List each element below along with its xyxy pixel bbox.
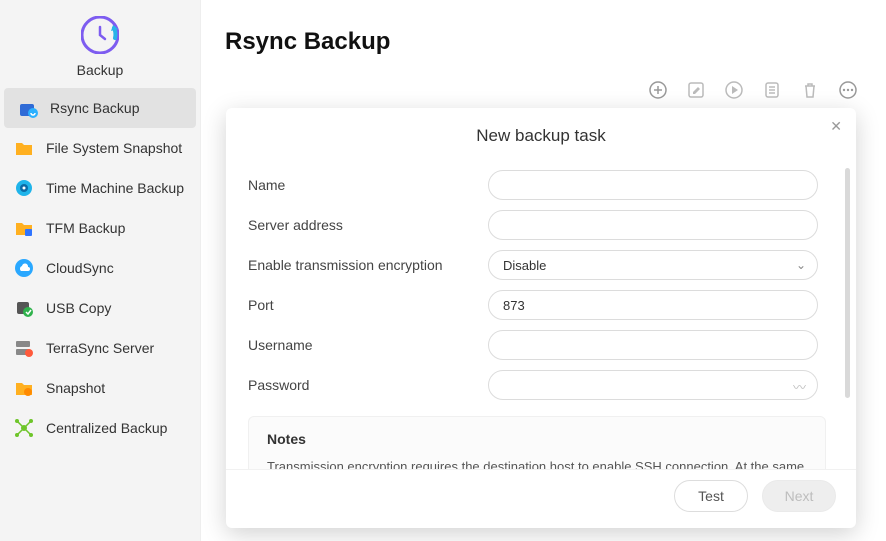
time-machine-icon bbox=[14, 178, 34, 198]
rsync-icon bbox=[18, 98, 38, 118]
sidebar-item-label: Snapshot bbox=[46, 380, 105, 396]
username-input[interactable] bbox=[488, 330, 818, 360]
sidebar-item-label: CloudSync bbox=[46, 260, 114, 276]
notes-title: Notes bbox=[267, 431, 807, 447]
sidebar-item-label: Time Machine Backup bbox=[46, 180, 184, 196]
notes-text: Transmission encryption requires the des… bbox=[267, 457, 807, 469]
password-label: Password bbox=[248, 377, 488, 393]
list-icon[interactable] bbox=[762, 80, 782, 100]
encryption-label: Enable transmission encryption bbox=[248, 257, 488, 273]
snapshot-folder-icon bbox=[14, 138, 34, 158]
username-label: Username bbox=[248, 337, 488, 353]
sidebar-item-label: TFM Backup bbox=[46, 220, 125, 236]
port-input[interactable] bbox=[488, 290, 818, 320]
scrollbar[interactable] bbox=[845, 168, 850, 398]
new-backup-task-dialog: New backup task ✕ Name Server address En… bbox=[226, 108, 856, 528]
port-label: Port bbox=[248, 297, 488, 313]
sidebar-item-label: Rsync Backup bbox=[50, 100, 139, 116]
toolbar bbox=[648, 80, 858, 100]
sidebar-item-label: TerraSync Server bbox=[46, 340, 154, 356]
cloudsync-icon bbox=[14, 258, 34, 278]
brand: Backup bbox=[0, 0, 200, 88]
delete-icon[interactable] bbox=[800, 80, 820, 100]
run-icon[interactable] bbox=[724, 80, 744, 100]
password-input[interactable] bbox=[488, 370, 818, 400]
sidebar-item-terrasync-server[interactable]: TerraSync Server bbox=[0, 328, 200, 368]
sidebar: Backup Rsync Backup File System Snapshot… bbox=[0, 0, 200, 541]
server-address-input[interactable] bbox=[488, 210, 818, 240]
name-input[interactable] bbox=[488, 170, 818, 200]
show-password-icon[interactable]: 〰 bbox=[793, 377, 806, 396]
close-icon[interactable]: ✕ bbox=[830, 118, 842, 135]
sidebar-item-time-machine-backup[interactable]: Time Machine Backup bbox=[0, 168, 200, 208]
page-title: Rsync Backup bbox=[225, 28, 886, 56]
next-button[interactable]: Next bbox=[762, 480, 836, 512]
brand-label: Backup bbox=[77, 62, 124, 78]
notes-box: Notes Transmission encryption requires t… bbox=[248, 416, 826, 469]
dialog-title: New backup task bbox=[226, 126, 856, 146]
sidebar-item-usb-copy[interactable]: USB Copy bbox=[0, 288, 200, 328]
sidebar-item-label: Centralized Backup bbox=[46, 420, 167, 436]
usb-copy-icon bbox=[14, 298, 34, 318]
sidebar-item-cloudsync[interactable]: CloudSync bbox=[0, 248, 200, 288]
name-label: Name bbox=[248, 177, 488, 193]
sidebar-item-label: File System Snapshot bbox=[46, 140, 182, 156]
sidebar-item-centralized-backup[interactable]: Centralized Backup bbox=[0, 408, 200, 448]
server-address-label: Server address bbox=[248, 217, 488, 233]
sidebar-item-tfm-backup[interactable]: TFM Backup bbox=[0, 208, 200, 248]
test-button[interactable]: Test bbox=[674, 480, 748, 512]
edit-icon[interactable] bbox=[686, 80, 706, 100]
more-icon[interactable] bbox=[838, 80, 858, 100]
sidebar-item-label: USB Copy bbox=[46, 300, 111, 316]
sidebar-item-file-system-snapshot[interactable]: File System Snapshot bbox=[0, 128, 200, 168]
sidebar-item-rsync-backup[interactable]: Rsync Backup bbox=[4, 88, 196, 128]
sidebar-nav: Rsync Backup File System Snapshot Time M… bbox=[0, 88, 200, 448]
add-icon[interactable] bbox=[648, 80, 668, 100]
snapshot-icon bbox=[14, 378, 34, 398]
sidebar-item-snapshot[interactable]: Snapshot bbox=[0, 368, 200, 408]
tfm-icon bbox=[14, 218, 34, 238]
encryption-select[interactable] bbox=[488, 250, 818, 280]
centralized-icon bbox=[14, 418, 34, 438]
brand-icon bbox=[81, 16, 119, 54]
terrasync-icon bbox=[14, 338, 34, 358]
